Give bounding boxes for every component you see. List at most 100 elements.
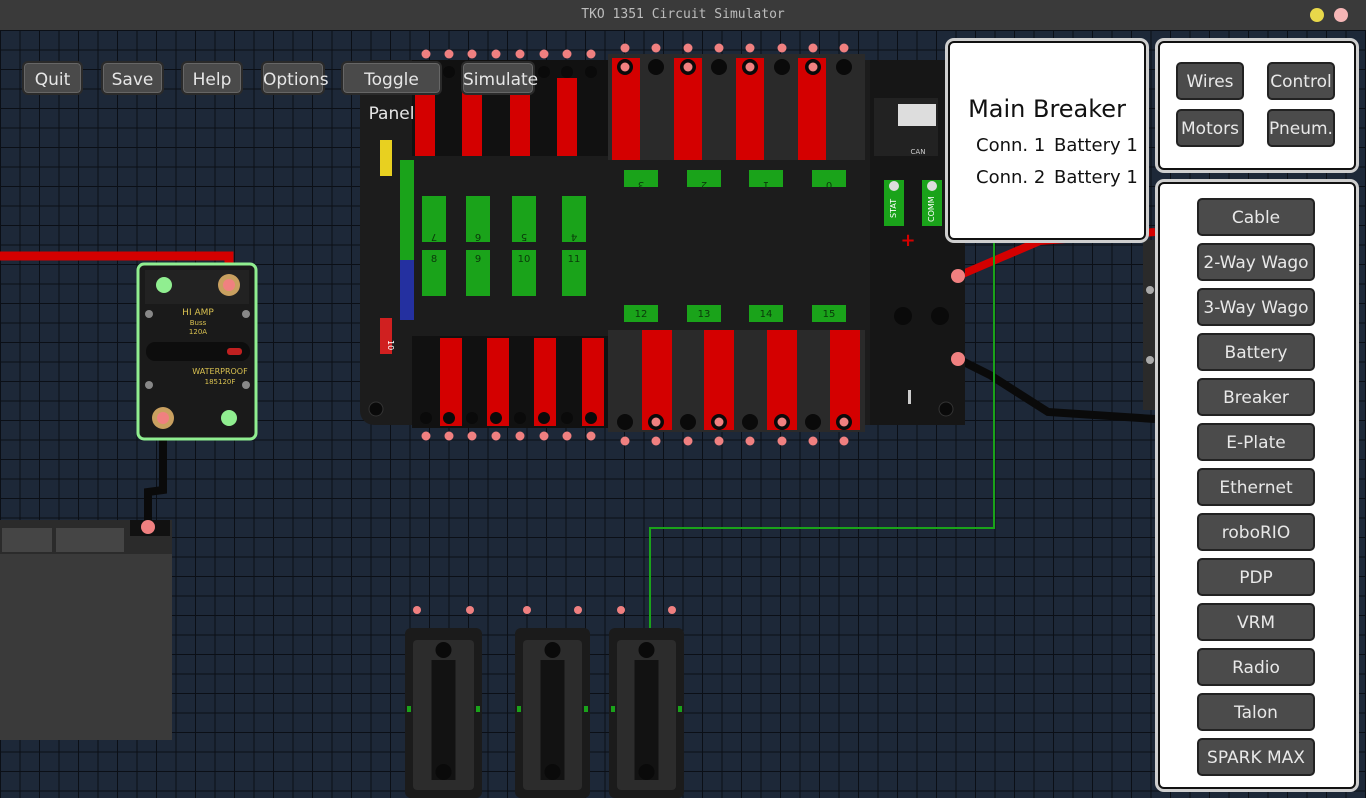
control-button[interactable]: Control [1267, 62, 1335, 100]
connector-dot[interactable] [467, 431, 477, 441]
connector-dot[interactable] [538, 66, 550, 78]
connector-dot[interactable] [490, 412, 502, 424]
motor-controller-3[interactable] [609, 606, 684, 798]
connector-dot[interactable] [714, 436, 724, 446]
controller-connector[interactable] [574, 606, 582, 614]
component-button-2-way-wago[interactable]: 2-Way Wago [1197, 243, 1315, 281]
motors-button[interactable]: Motors [1176, 109, 1244, 147]
component-button-battery[interactable]: Battery [1197, 333, 1315, 371]
wires-button[interactable]: Wires [1176, 62, 1244, 100]
connector-dot[interactable] [745, 43, 755, 53]
component-button-breaker[interactable]: Breaker [1197, 378, 1315, 416]
connector-dot[interactable] [562, 49, 572, 59]
connector-dot[interactable] [515, 49, 525, 59]
connector-dot[interactable] [839, 43, 849, 53]
connector-dot[interactable] [617, 414, 633, 430]
controller-connector[interactable] [544, 764, 561, 780]
component-button-e-plate[interactable]: E-Plate [1197, 423, 1315, 461]
black-wire-right[interactable] [956, 355, 1156, 423]
controller-connector[interactable] [617, 606, 625, 614]
component-button-vrm[interactable]: VRM [1197, 603, 1315, 641]
connector-dot[interactable] [839, 417, 849, 427]
connector-dot[interactable] [444, 49, 454, 59]
connector-dot[interactable] [443, 66, 455, 78]
connector-dot[interactable] [491, 49, 501, 59]
connector-dot[interactable] [805, 414, 821, 430]
connector-dot[interactable] [466, 412, 478, 424]
connector-dot[interactable] [585, 412, 597, 424]
connector-dot[interactable] [745, 436, 755, 446]
controller-connector[interactable] [668, 606, 676, 614]
controller-connector[interactable] [544, 642, 561, 658]
motor-controller-2[interactable] [515, 606, 590, 798]
pneum-button[interactable]: Pneum. [1267, 109, 1335, 147]
connector-dot[interactable] [683, 436, 693, 446]
connector-dot[interactable] [714, 43, 724, 53]
connector-dot[interactable] [839, 436, 849, 446]
connector-dot[interactable] [742, 414, 758, 430]
connector-dot[interactable] [745, 62, 755, 72]
controller-connector[interactable] [466, 606, 474, 614]
toggle-panel-button[interactable]: Toggle Panel [341, 61, 442, 124]
controller-connector[interactable] [638, 642, 655, 658]
connector-dot[interactable] [515, 431, 525, 441]
connector-dot[interactable] [586, 431, 596, 441]
component-button-spark-max[interactable]: SPARK MAX [1197, 738, 1315, 776]
connector-dot[interactable] [683, 62, 693, 72]
options-button[interactable]: Options [261, 61, 329, 95]
connector-dot[interactable] [777, 417, 787, 427]
connector-dot[interactable] [648, 59, 664, 75]
connector-dot[interactable] [651, 436, 661, 446]
help-button[interactable]: Help [181, 61, 243, 95]
component-button-roborio[interactable]: roboRIO [1197, 513, 1315, 551]
connector-dot[interactable] [808, 62, 818, 72]
connector-dot[interactable] [774, 59, 790, 75]
pdp-device[interactable]: + [360, 54, 965, 432]
quit-button[interactable]: Quit [22, 61, 83, 95]
controller-connector[interactable] [435, 642, 452, 658]
connector-dot[interactable] [561, 412, 573, 424]
simulate-button[interactable]: Simulate [461, 61, 538, 95]
component-button-3-way-wago[interactable]: 3-Way Wago [1197, 288, 1315, 326]
save-button[interactable]: Save [101, 61, 164, 95]
component-button-cable[interactable]: Cable [1197, 198, 1315, 236]
connector-dot[interactable] [777, 43, 787, 53]
connector-dot[interactable] [538, 412, 550, 424]
breaker-device[interactable] [136, 262, 258, 441]
connector-dot[interactable] [836, 59, 852, 75]
connector-dot[interactable] [683, 43, 693, 53]
controller-connector[interactable] [638, 764, 655, 780]
motor-controllers[interactable] [405, 606, 684, 798]
component-button-talon[interactable]: Talon [1197, 693, 1315, 731]
connector-dot[interactable] [491, 431, 501, 441]
connector-dot[interactable] [620, 436, 630, 446]
connector-dot[interactable] [585, 66, 597, 78]
motor-controller-1[interactable] [405, 606, 482, 798]
component-button-radio[interactable]: Radio [1197, 648, 1315, 686]
connector-dot[interactable] [777, 436, 787, 446]
connector-dot[interactable] [561, 66, 573, 78]
connector-dot[interactable] [421, 49, 431, 59]
connector-dot[interactable] [620, 43, 630, 53]
connector-dot[interactable] [443, 412, 455, 424]
connector-dot[interactable] [539, 49, 549, 59]
connector-dot[interactable] [514, 412, 526, 424]
connector-dot[interactable] [620, 62, 630, 72]
connector-dot[interactable] [539, 431, 549, 441]
connector-dot[interactable] [680, 414, 696, 430]
battery-device[interactable] [0, 520, 172, 740]
component-button-pdp[interactable]: PDP [1197, 558, 1315, 596]
connector-dot[interactable] [711, 59, 727, 75]
connector-dot[interactable] [562, 431, 572, 441]
connector-dot[interactable] [808, 436, 818, 446]
controller-connector[interactable] [413, 606, 421, 614]
controller-connector[interactable] [523, 606, 531, 614]
connector-dot[interactable] [467, 49, 477, 59]
connector-dot[interactable] [808, 43, 818, 53]
controller-connector[interactable] [435, 764, 452, 780]
connector-dot[interactable] [420, 412, 432, 424]
connector-dot[interactable] [421, 431, 431, 441]
connector-dot[interactable] [444, 431, 454, 441]
connector-dot[interactable] [586, 49, 596, 59]
connector-dot[interactable] [651, 43, 661, 53]
